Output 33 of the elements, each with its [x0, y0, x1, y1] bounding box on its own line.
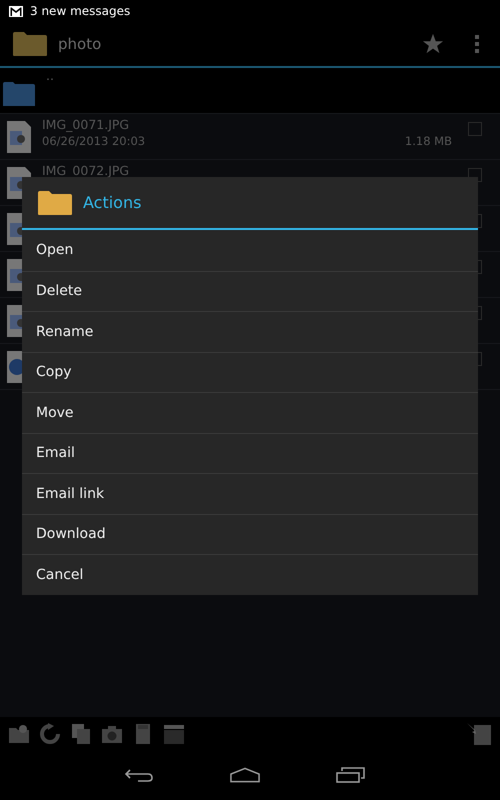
refresh-icon[interactable] — [39, 722, 61, 744]
folder-icon — [12, 31, 48, 57]
photos-icon[interactable] — [70, 722, 92, 744]
menu-item[interactable]: Copy — [22, 352, 478, 392]
file-name: .. — [46, 68, 55, 83]
file-name: IMG_0072.JPG — [42, 163, 130, 178]
menu-item[interactable]: Download — [22, 514, 478, 554]
menu-item[interactable]: Cancel — [22, 554, 478, 594]
file-name: IMG_0071.JPG — [42, 117, 130, 132]
video-file-icon — [6, 350, 22, 384]
folder-icon — [2, 80, 36, 106]
checkbox[interactable] — [468, 122, 482, 136]
menu-item[interactable]: Email — [22, 432, 478, 473]
back-icon[interactable] — [124, 767, 154, 783]
file-size: 1.18 MB — [404, 134, 452, 148]
menu-item[interactable]: Move — [22, 392, 478, 432]
menu-item[interactable]: Email link — [22, 473, 478, 514]
notification-text: 3 new messages — [30, 4, 130, 18]
folder-icon — [37, 190, 73, 216]
dialog-title: Actions — [83, 193, 142, 212]
overflow-menu-icon[interactable] — [474, 34, 480, 54]
menu-item[interactable]: Rename — [22, 311, 478, 352]
home-icon[interactable] — [230, 767, 260, 783]
menu-item[interactable]: Open — [22, 230, 478, 270]
star-icon[interactable] — [422, 33, 444, 55]
mail-icon — [9, 6, 23, 16]
folder-icon[interactable] — [8, 722, 30, 744]
folder-title: photo — [58, 35, 102, 53]
recent-apps-icon[interactable] — [336, 767, 366, 783]
image-file-icon — [6, 120, 32, 154]
file-date: 06/26/2013 20:03 — [42, 134, 146, 148]
clapperboard-icon[interactable] — [163, 722, 185, 744]
menu-item[interactable]: Delete — [22, 270, 478, 311]
